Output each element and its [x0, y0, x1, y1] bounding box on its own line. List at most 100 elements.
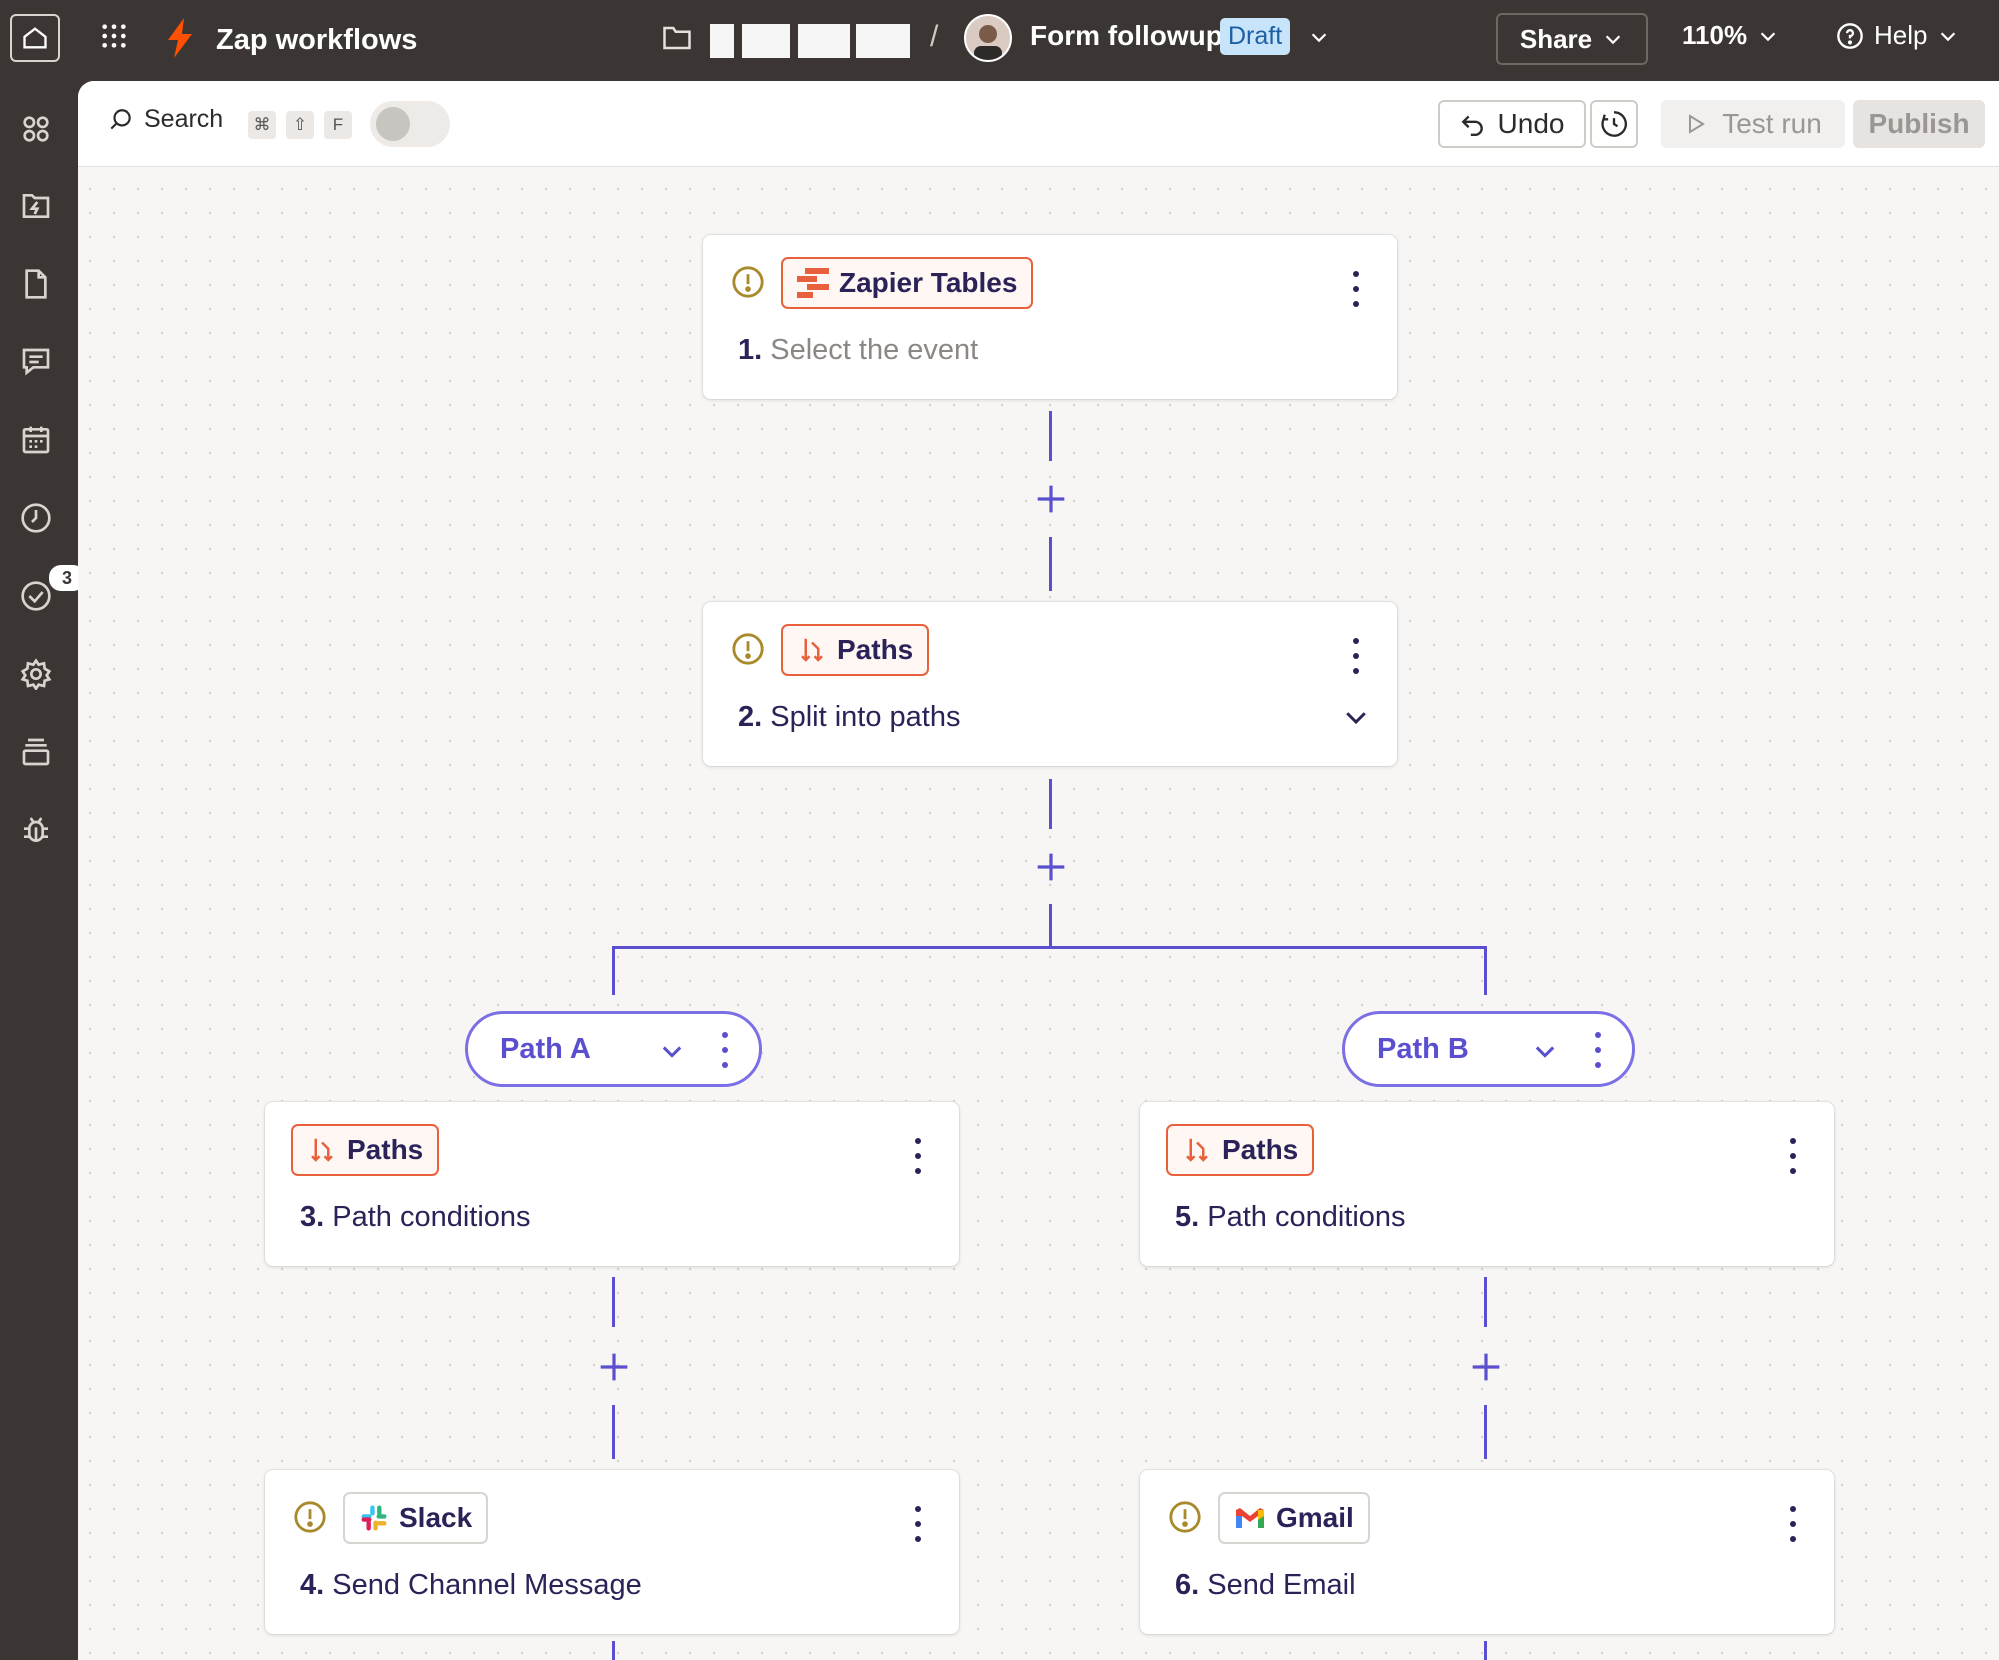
- share-label: Share: [1519, 23, 1593, 54]
- connector-line: [612, 946, 615, 995]
- publish-button[interactable]: Publish: [1853, 100, 1985, 148]
- step-menu-button[interactable]: [1351, 271, 1361, 307]
- add-step-button[interactable]: [1033, 849, 1069, 885]
- connector-line: [1049, 904, 1052, 948]
- zaps-icon[interactable]: [17, 187, 55, 225]
- zoom-dropdown[interactable]: 110%: [1682, 20, 1779, 51]
- version-history-button[interactable]: [1590, 100, 1638, 148]
- step-card-1[interactable]: Zapier Tables 1. Select the event: [703, 235, 1397, 399]
- app-chip-gmail[interactable]: Gmail: [1218, 1492, 1370, 1544]
- chevron-down-icon: [1311, 33, 1327, 43]
- step-number: 5.: [1175, 1201, 1200, 1233]
- folder-icon[interactable]: [662, 24, 692, 52]
- undo-label: Undo: [1497, 108, 1565, 139]
- zap-bolt-icon: [166, 18, 194, 58]
- connector-line: [1049, 537, 1052, 591]
- connector-line: [612, 1405, 615, 1459]
- step-menu-button[interactable]: [913, 1138, 923, 1174]
- connector-line: [1484, 946, 1487, 995]
- warning-icon: [732, 633, 764, 665]
- updates-icon[interactable]: 3: [17, 563, 87, 615]
- step-number: 3.: [300, 1201, 325, 1233]
- interfaces-icon[interactable]: [17, 343, 55, 381]
- test-run-label: Test run: [1722, 108, 1822, 139]
- path-b-pill[interactable]: Path B: [1342, 1011, 1635, 1087]
- app-title[interactable]: Zap workflows: [216, 20, 417, 60]
- add-step-button[interactable]: [1033, 481, 1069, 517]
- share-button[interactable]: Share: [1496, 13, 1648, 65]
- connector-line: [612, 1641, 615, 1660]
- chevron-down-icon[interactable]: [1341, 702, 1371, 732]
- search-button[interactable]: Search: [108, 105, 223, 134]
- undo-button[interactable]: Undo: [1438, 100, 1586, 148]
- app-chip-paths[interactable]: Paths: [291, 1124, 440, 1176]
- path-a-pill[interactable]: Path A: [465, 1011, 762, 1087]
- help-button[interactable]: Help: [1836, 20, 1959, 51]
- add-step-button[interactable]: [596, 1349, 632, 1385]
- warning-icon: [1169, 1501, 1201, 1533]
- step-card-6[interactable]: Gmail 6. Send Email: [1140, 1470, 1834, 1634]
- path-menu-button[interactable]: [720, 1032, 730, 1068]
- app-chip-zapier-tables[interactable]: Zapier Tables: [781, 257, 1034, 309]
- step-title: 4. Send Channel Message: [300, 1569, 642, 1602]
- shortcut-key-f: F: [324, 111, 352, 139]
- test-run-button[interactable]: Test run: [1661, 100, 1845, 148]
- plus-icon: [1037, 485, 1065, 513]
- step-menu-button[interactable]: [1351, 638, 1361, 674]
- history-icon[interactable]: [17, 499, 55, 537]
- app-chip-paths[interactable]: Paths: [781, 624, 930, 676]
- debug-icon[interactable]: [17, 811, 55, 849]
- home-icon: [23, 27, 47, 49]
- app-name: Slack: [399, 1502, 473, 1533]
- step-title: 3. Path conditions: [300, 1201, 531, 1234]
- zap-name[interactable]: Form followup: [1030, 20, 1223, 52]
- home-button[interactable]: [10, 14, 60, 62]
- step-menu-button[interactable]: [913, 1506, 923, 1542]
- chevron-down-icon: [1605, 35, 1621, 45]
- folder-breadcrumb-redacted[interactable]: [710, 24, 910, 58]
- search-icon: [110, 108, 131, 129]
- app-chip-slack[interactable]: Slack: [343, 1492, 489, 1544]
- tables-icon[interactable]: [17, 265, 55, 303]
- chevron-down-icon: [1941, 31, 1956, 41]
- step-name: Send Email: [1207, 1569, 1356, 1601]
- shortcut-key-cmd: ⌘: [248, 111, 276, 139]
- dashboard-icon[interactable]: [17, 110, 55, 148]
- plus-icon: [600, 1353, 628, 1381]
- path-label: Path A: [500, 1032, 591, 1065]
- connector-line: [1049, 411, 1052, 461]
- add-step-button[interactable]: [1468, 1349, 1504, 1385]
- step-card-2[interactable]: Paths 2. Split into paths: [703, 602, 1397, 766]
- zap-editor-canvas[interactable]: Search ⌘ ⇧ F Undo Test run Publish Zapie…: [78, 81, 1999, 1660]
- help-label: Help: [1874, 20, 1928, 50]
- app-name: Paths: [347, 1134, 424, 1165]
- connector-line: [1484, 1641, 1487, 1660]
- avatar[interactable]: [964, 14, 1012, 62]
- canvas-icon[interactable]: [17, 421, 55, 459]
- warning-icon: [732, 266, 764, 298]
- chevron-down-icon[interactable]: [1531, 1037, 1559, 1065]
- step-title: 1. Select the event: [738, 334, 978, 367]
- step-card-5[interactable]: Paths 5. Path conditions: [1140, 1102, 1834, 1266]
- gmail-icon: [1236, 1508, 1264, 1528]
- view-toggle[interactable]: [370, 101, 450, 147]
- step-card-3[interactable]: Paths 3. Path conditions: [265, 1102, 959, 1266]
- search-label: Search: [144, 105, 224, 133]
- chevron-down-icon[interactable]: [658, 1037, 686, 1065]
- app-chip-paths[interactable]: Paths: [1166, 1124, 1315, 1176]
- app-grid-button[interactable]: [100, 22, 128, 50]
- connector-line: [1049, 779, 1052, 829]
- version-history-icon: [1601, 111, 1628, 137]
- editor-toolbar: Search ⌘ ⇧ F Undo Test run Publish: [78, 81, 1999, 167]
- settings-icon[interactable]: [17, 655, 55, 693]
- left-sidebar: 3: [0, 81, 87, 1660]
- layers-icon[interactable]: [17, 733, 55, 771]
- zap-menu-chevron[interactable]: [1308, 26, 1330, 48]
- plus-icon: [1472, 1353, 1500, 1381]
- step-menu-button[interactable]: [1788, 1506, 1798, 1542]
- step-number: 6.: [1175, 1569, 1200, 1601]
- step-menu-button[interactable]: [1788, 1138, 1798, 1174]
- chevron-down-icon: [1760, 31, 1776, 41]
- step-card-4[interactable]: Slack 4. Send Channel Message: [265, 1470, 959, 1634]
- path-menu-button[interactable]: [1593, 1032, 1603, 1068]
